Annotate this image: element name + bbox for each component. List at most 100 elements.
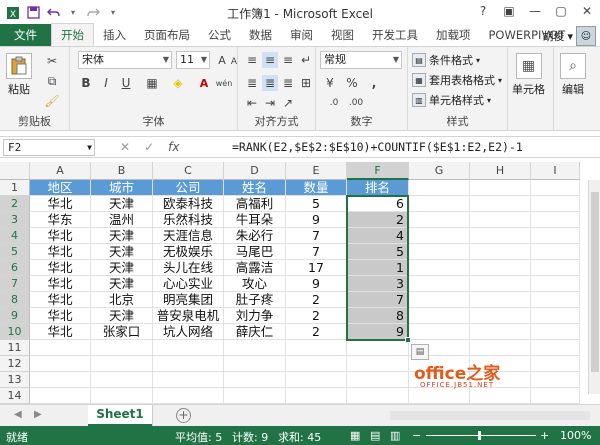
decrease-decimal-icon[interactable]: .00	[348, 95, 364, 111]
table-cell[interactable]: 华北	[30, 276, 91, 292]
insert-function-icon[interactable]: fx	[168, 140, 179, 154]
empty-cell[interactable]	[91, 340, 153, 356]
horizontal-scrollbar[interactable]	[390, 411, 590, 420]
format-painter-icon[interactable]: 🖌	[44, 93, 60, 109]
table-cell[interactable]: 华北	[30, 324, 91, 340]
format-as-table-button[interactable]: ▦ 套用表格格式 ▾	[412, 72, 502, 88]
column-header-h[interactable]: H	[470, 162, 531, 180]
table-cell[interactable]: 华北	[30, 292, 91, 308]
table-cell[interactable]: 明亮集团	[153, 292, 224, 308]
table-cell[interactable]: 华北	[30, 228, 91, 244]
table-cell[interactable]: 天津	[91, 276, 153, 292]
empty-cell[interactable]	[409, 388, 470, 404]
header-cell[interactable]: 城市	[91, 180, 153, 196]
table-cell[interactable]: 坑人网络	[153, 324, 224, 340]
empty-cell[interactable]	[409, 180, 470, 196]
formula-input[interactable]: =RANK(E2,$E$2:$E$10)+COUNTIF($E$1:E2,E2)…	[232, 140, 523, 154]
tab-view[interactable]: 视图	[322, 24, 363, 46]
currency-icon[interactable]: ¥	[322, 75, 338, 91]
table-cell[interactable]: 天津	[91, 260, 153, 276]
table-cell[interactable]: 7	[286, 228, 347, 244]
empty-cell[interactable]	[30, 372, 91, 388]
table-cell[interactable]: 华北	[30, 260, 91, 276]
table-cell[interactable]: 3	[347, 276, 409, 292]
table-cell[interactable]: 华东	[30, 212, 91, 228]
redo-icon[interactable]	[86, 6, 100, 20]
empty-cell[interactable]	[409, 228, 470, 244]
row-header[interactable]: 9	[0, 308, 30, 324]
empty-cell[interactable]	[531, 292, 580, 308]
tab-review[interactable]: 审阅	[281, 24, 322, 46]
empty-cell[interactable]	[286, 340, 347, 356]
table-cell[interactable]: 天津	[91, 244, 153, 260]
paste-button[interactable]: 粘贴	[6, 53, 32, 97]
empty-cell[interactable]	[286, 372, 347, 388]
zoom-out-icon[interactable]: −	[412, 429, 421, 442]
empty-cell[interactable]	[531, 356, 580, 372]
table-cell[interactable]: 心心实业	[153, 276, 224, 292]
table-cell[interactable]: 天津	[91, 308, 153, 324]
align-top-icon[interactable]: ≡	[244, 52, 260, 68]
empty-cell[interactable]	[531, 276, 580, 292]
increase-decimal-icon[interactable]: .0	[326, 95, 342, 111]
align-middle-icon[interactable]: ≡	[262, 52, 278, 68]
empty-cell[interactable]	[286, 388, 347, 404]
tab-addins[interactable]: 加载项	[427, 24, 480, 46]
table-cell[interactable]: 肚子疼	[224, 292, 286, 308]
cut-icon[interactable]: ✂	[44, 53, 60, 69]
conditional-format-button[interactable]: ▤ 条件格式 ▾	[412, 52, 480, 68]
empty-cell[interactable]	[531, 244, 580, 260]
table-cell[interactable]: 薛庆仁	[224, 324, 286, 340]
table-cell[interactable]: 6	[347, 196, 409, 212]
empty-cell[interactable]	[470, 324, 531, 340]
empty-cell[interactable]	[531, 180, 580, 196]
header-cell[interactable]: 排名	[347, 180, 409, 196]
italic-button[interactable]: I	[98, 75, 114, 91]
empty-cell[interactable]	[153, 372, 224, 388]
empty-cell[interactable]	[347, 372, 409, 388]
font-color-icon[interactable]: A	[196, 75, 212, 91]
help-button[interactable]: ?	[470, 0, 496, 22]
table-cell[interactable]: 1	[347, 260, 409, 276]
percent-icon[interactable]: %	[344, 75, 360, 91]
add-sheet-button[interactable]: +	[176, 408, 191, 423]
empty-cell[interactable]	[30, 388, 91, 404]
table-cell[interactable]: 华北	[30, 244, 91, 260]
empty-cell[interactable]	[531, 388, 580, 404]
empty-cell[interactable]	[470, 180, 531, 196]
table-cell[interactable]: 北京	[91, 292, 153, 308]
row-header[interactable]: 10	[0, 324, 30, 340]
empty-cell[interactable]	[153, 388, 224, 404]
empty-cell[interactable]	[409, 260, 470, 276]
empty-cell[interactable]	[409, 292, 470, 308]
increase-indent-icon[interactable]: ⇥	[262, 95, 278, 111]
table-cell[interactable]: 温州	[91, 212, 153, 228]
align-bottom-icon[interactable]: ≡	[280, 52, 296, 68]
column-header-i[interactable]: I	[531, 162, 580, 180]
column-header-c[interactable]: C	[153, 162, 224, 180]
page-layout-view-icon[interactable]: ▤	[370, 429, 380, 442]
border-icon[interactable]: ▦	[144, 75, 160, 91]
empty-cell[interactable]	[30, 356, 91, 372]
empty-cell[interactable]	[409, 212, 470, 228]
empty-cell[interactable]	[153, 356, 224, 372]
column-header-f[interactable]: F	[347, 162, 409, 180]
number-format-select[interactable]: 常规 ▼	[320, 51, 402, 69]
editing-button[interactable]: ⌕ 编辑	[560, 53, 586, 97]
customize-qat-icon[interactable]: ▾	[106, 6, 120, 20]
enter-icon[interactable]: ✓	[144, 140, 154, 154]
vertical-scrollbar[interactable]	[588, 180, 600, 394]
next-sheet-icon[interactable]: ▶	[34, 409, 42, 420]
table-cell[interactable]: 攻心	[224, 276, 286, 292]
empty-cell[interactable]	[470, 196, 531, 212]
table-cell[interactable]: 9	[286, 212, 347, 228]
empty-cell[interactable]	[470, 228, 531, 244]
table-cell[interactable]: 天涯信息	[153, 228, 224, 244]
header-cell[interactable]: 公司	[153, 180, 224, 196]
empty-cell[interactable]	[531, 308, 580, 324]
font-size-select[interactable]: 11 ▼	[176, 51, 210, 69]
decrease-indent-icon[interactable]: ⇤	[244, 95, 260, 111]
zoom-slider-thumb[interactable]	[478, 431, 481, 440]
empty-cell[interactable]	[531, 196, 580, 212]
empty-cell[interactable]	[470, 308, 531, 324]
